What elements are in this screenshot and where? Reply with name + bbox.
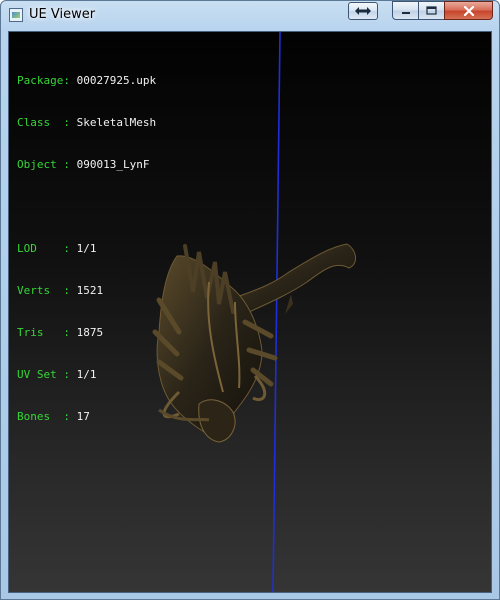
- extra-caption-button[interactable]: [348, 2, 378, 20]
- info-separator: :: [63, 158, 77, 171]
- close-button[interactable]: [444, 1, 493, 20]
- info-row-tris: Tris : 1875: [17, 326, 156, 340]
- 3d-viewport[interactable]: Package: 00027925.upk Class : SkeletalMe…: [8, 31, 492, 593]
- info-label-tris: Tris: [17, 326, 64, 339]
- close-icon: [463, 5, 474, 16]
- caption-buttons: [392, 1, 493, 20]
- double-arrow-icon: [355, 7, 371, 15]
- info-row-object: Object : 090013_LynF: [17, 158, 156, 172]
- info-value-lod: 1/1: [76, 242, 97, 255]
- info-label-lod: LOD: [17, 242, 64, 255]
- info-value-object: 090013_LynF: [76, 158, 150, 171]
- info-row-package: Package: 00027925.upk: [17, 74, 156, 88]
- info-label-verts: Verts: [17, 284, 64, 297]
- info-row-verts: Verts : 1521: [17, 284, 156, 298]
- minimize-icon: [401, 11, 410, 14]
- info-label-uv-set: UV Set: [17, 368, 64, 381]
- info-value-package: 00027925.upk: [76, 74, 157, 87]
- maximize-button[interactable]: [418, 1, 445, 20]
- info-value-tris: 1875: [76, 326, 104, 339]
- info-label-class: Class: [17, 116, 64, 129]
- info-value-bones: 17: [76, 410, 90, 423]
- info-row-lod: LOD : 1/1: [17, 242, 156, 256]
- ue-viewer-window: UE Viewer Package: 00027925.upk Class: …: [0, 0, 500, 600]
- info-separator: :: [63, 74, 77, 87]
- info-value-verts: 1521: [76, 284, 104, 297]
- info-separator: :: [63, 116, 77, 129]
- info-row-class: Class : SkeletalMesh: [17, 116, 156, 130]
- app-icon[interactable]: [9, 8, 23, 22]
- info-value-uv-set: 1/1: [76, 368, 97, 381]
- info-separator: :: [63, 410, 77, 423]
- info-row-uv-set: UV Set : 1/1: [17, 368, 156, 382]
- info-row-bones: Bones : 17: [17, 410, 156, 424]
- info-label-object: Object: [17, 158, 64, 171]
- mesh-info-panel: Package: 00027925.upk Class : SkeletalMe…: [17, 46, 156, 452]
- info-separator: :: [63, 242, 77, 255]
- minimize-button[interactable]: [392, 1, 419, 20]
- maximize-icon: [426, 6, 437, 15]
- title-bar[interactable]: UE Viewer: [1, 1, 499, 31]
- info-separator: :: [63, 368, 77, 381]
- info-separator: :: [63, 326, 77, 339]
- info-label-bones: Bones: [17, 410, 64, 423]
- info-value-class: SkeletalMesh: [76, 116, 157, 129]
- info-label-package: Package: [17, 74, 64, 87]
- window-title: UE Viewer: [29, 7, 96, 22]
- info-separator: :: [63, 284, 77, 297]
